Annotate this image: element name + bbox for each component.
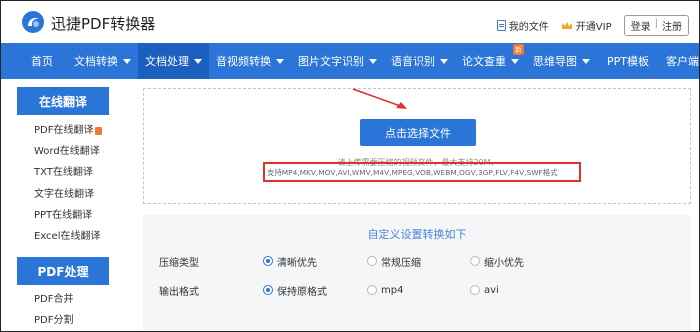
top-header: 迅捷PDF转换器 我的文件 开通VIP 登录 | 注册 xyxy=(1,1,699,43)
compress-option-label: 缩小优先 xyxy=(484,257,524,269)
compress-option-smaller[interactable]: 缩小优先 xyxy=(470,254,524,269)
login-register-box: 登录 | 注册 xyxy=(623,15,689,36)
format-option-keep[interactable]: 保持原格式 xyxy=(263,283,327,298)
sidebar-pdf-list: PDF合并 PDF分割 xyxy=(17,285,113,331)
sidebar-item-label: TXT在线翻译 xyxy=(34,167,93,179)
new-badge: 新 xyxy=(513,44,524,55)
format-option-label: mp4 xyxy=(381,284,404,296)
select-file-button[interactable]: 点击选择文件 xyxy=(360,119,476,146)
compress-type-label: 压缩类型 xyxy=(159,257,199,269)
sidebar-section-pdf[interactable]: PDF处理 xyxy=(17,257,109,286)
sidebar-section-translate[interactable]: 在线翻译 xyxy=(17,87,109,115)
chevron-down-icon xyxy=(582,58,590,64)
my-files-link[interactable]: 我的文件 xyxy=(496,18,549,33)
crown-icon xyxy=(561,21,572,29)
format-option-avi[interactable]: avi xyxy=(470,285,499,296)
sidebar-item-label: PDF分割 xyxy=(34,315,74,327)
chevron-down-icon xyxy=(511,58,519,64)
compress-option-label: 常规压缩 xyxy=(381,257,421,269)
sidebar-item-label: PDF在线翻译 xyxy=(34,125,94,136)
format-option-mp4[interactable]: mp4 xyxy=(367,285,403,296)
sidebar-item-label: Excel在线翻译 xyxy=(34,230,101,242)
nav-ppt-template[interactable]: PPT模板 xyxy=(597,43,659,79)
register-link[interactable]: 注册 xyxy=(662,18,682,33)
nav-speech[interactable]: 语音识别 xyxy=(384,43,455,79)
main-nav: 首页 文档转换 文档处理 音视频转换 图片文字识别 语音识别 论文查重 新 思维 xyxy=(1,43,699,79)
pdf-badge-icon xyxy=(95,126,103,135)
nav-doc-process[interactable]: 文档处理 xyxy=(138,43,209,79)
nav-doc-process-label: 文档处理 xyxy=(145,55,189,68)
login-link[interactable]: 登录 xyxy=(631,18,651,33)
nav-plagiarism[interactable]: 论文查重 新 xyxy=(455,43,526,79)
my-files-label: 我的文件 xyxy=(508,22,549,33)
red-arrow-annotation xyxy=(352,88,407,109)
sidebar-item-label: Word在线翻译 xyxy=(34,146,100,158)
nav-client[interactable]: 客户端 xyxy=(659,43,699,79)
radio-unselected-icon xyxy=(367,256,377,266)
nav-client-label: 客户端 xyxy=(666,55,699,68)
nav-mindmap-label: 思维导图 xyxy=(533,55,577,68)
conversion-settings-panel: 自定义设置转换如下 压缩类型 清晰优先 常规压缩 缩小优先 输出格式 保持原格式 xyxy=(143,215,691,331)
chevron-down-icon xyxy=(369,58,377,64)
nav-doc-convert-label: 文档转换 xyxy=(74,55,118,68)
sidebar-item-pdf-translate[interactable]: PDF在线翻译 xyxy=(34,120,113,141)
radio-selected-icon xyxy=(263,285,273,295)
sidebar-translate-list: PDF在线翻译 Word在线翻译 TXT在线翻译 文字在线翻译 PPT在线翻译 … xyxy=(17,115,113,252)
brand-name[interactable]: 迅捷PDF转换器 xyxy=(51,13,155,34)
radio-unselected-icon xyxy=(470,285,480,295)
document-icon xyxy=(496,20,506,31)
login-separator: | xyxy=(654,18,658,29)
output-format-row: 输出格式 保持原格式 mp4 avi xyxy=(159,282,679,298)
output-format-label: 输出格式 xyxy=(159,286,199,298)
header-actions: 我的文件 开通VIP 登录 | 注册 xyxy=(496,15,689,36)
settings-title: 自定义设置转换如下 xyxy=(367,228,467,241)
sidebar-item-word-translate[interactable]: Word在线翻译 xyxy=(34,141,113,162)
sidebar-item-text-translate[interactable]: 文字在线翻译 xyxy=(34,184,113,205)
format-option-label: 保持原格式 xyxy=(277,286,327,298)
supported-formats: 支持MP4,MKV,MOV,AVI,WMV,M4V,MPEG,VOB,WEBM,… xyxy=(263,162,581,182)
sidebar-item-ppt-translate[interactable]: PPT在线翻译 xyxy=(34,205,113,226)
radio-unselected-icon xyxy=(470,256,480,266)
compress-option-clarity[interactable]: 清晰优先 xyxy=(263,254,317,269)
compress-option-label: 清晰优先 xyxy=(277,257,317,269)
chevron-down-icon xyxy=(276,58,284,64)
chevron-down-icon xyxy=(123,58,131,64)
format-option-label: avi xyxy=(484,284,499,296)
sidebar: 在线翻译 PDF在线翻译 Word在线翻译 TXT在线翻译 文字在线翻译 PPT… xyxy=(17,87,113,331)
compress-type-row: 压缩类型 清晰优先 常规压缩 缩小优先 xyxy=(159,253,679,269)
sidebar-item-label: PDF合并 xyxy=(34,294,74,306)
nav-mindmap[interactable]: 思维导图 xyxy=(526,43,597,79)
sidebar-item-txt-translate[interactable]: TXT在线翻译 xyxy=(34,162,113,183)
nav-home[interactable]: 首页 xyxy=(1,43,67,79)
sidebar-item-pdf-split[interactable]: PDF分割 xyxy=(34,310,113,331)
chevron-down-icon xyxy=(440,58,448,64)
nav-speech-label: 语音识别 xyxy=(391,55,435,68)
vip-label: 开通VIP xyxy=(575,22,612,33)
app-window: 迅捷PDF转换器 我的文件 开通VIP 登录 | 注册 首页 文档转换 文档处理… xyxy=(0,0,700,332)
sidebar-item-pdf-merge[interactable]: PDF合并 xyxy=(34,289,113,310)
nav-plagiarism-label: 论文查重 xyxy=(462,55,506,68)
nav-av-convert-label: 音视频转换 xyxy=(216,55,271,68)
nav-home-label: 首页 xyxy=(31,55,53,68)
upload-dropzone[interactable]: 点击选择文件 请上传需要压缩的视频文件，最大支持20M， 支持MP4,MKV,M… xyxy=(143,88,691,204)
nav-doc-convert[interactable]: 文档转换 xyxy=(67,43,138,79)
radio-unselected-icon xyxy=(367,285,377,295)
radio-selected-icon xyxy=(263,256,273,266)
vip-link[interactable]: 开通VIP xyxy=(561,18,612,33)
sidebar-item-excel-translate[interactable]: Excel在线翻译 xyxy=(34,226,113,247)
brand-logo-icon[interactable] xyxy=(21,10,45,34)
sidebar-item-label: 文字在线翻译 xyxy=(34,188,94,200)
compress-option-normal[interactable]: 常规压缩 xyxy=(367,254,421,269)
nav-av-convert[interactable]: 音视频转换 xyxy=(209,43,291,79)
chevron-down-icon xyxy=(194,58,202,64)
sidebar-item-label: PPT在线翻译 xyxy=(34,209,93,221)
nav-ocr-label: 图片文字识别 xyxy=(298,55,364,68)
nav-ppt-template-label: PPT模板 xyxy=(607,55,649,68)
nav-ocr[interactable]: 图片文字识别 xyxy=(291,43,384,79)
